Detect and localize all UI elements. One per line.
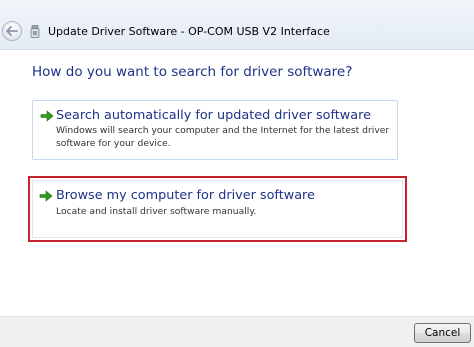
driver-icon — [30, 25, 40, 38]
back-button[interactable] — [2, 21, 22, 41]
green-arrow-icon — [39, 190, 53, 202]
green-arrow-icon — [40, 110, 54, 122]
title-bar: Update Driver Software - OP-COM USB V2 I… — [0, 0, 474, 50]
option-title: Search automatically for updated driver … — [56, 108, 371, 123]
back-arrow-icon — [6, 26, 18, 36]
cancel-button[interactable]: Cancel — [414, 323, 471, 343]
option-description: Windows will search your computer and th… — [56, 125, 390, 149]
dialog-footer: Cancel — [0, 316, 474, 347]
page-heading: How do you want to search for driver sof… — [32, 64, 353, 80]
option-title: Browse my computer for driver software — [56, 188, 315, 203]
option-description: Locate and install driver software manua… — [56, 206, 257, 217]
browse-computer-option[interactable]: Browse my computer for driver software L… — [28, 176, 407, 242]
update-driver-dialog: Update Driver Software - OP-COM USB V2 I… — [0, 0, 474, 347]
search-automatically-option[interactable]: Search automatically for updated driver … — [32, 100, 398, 160]
window-title: Update Driver Software - OP-COM USB V2 I… — [48, 25, 330, 38]
